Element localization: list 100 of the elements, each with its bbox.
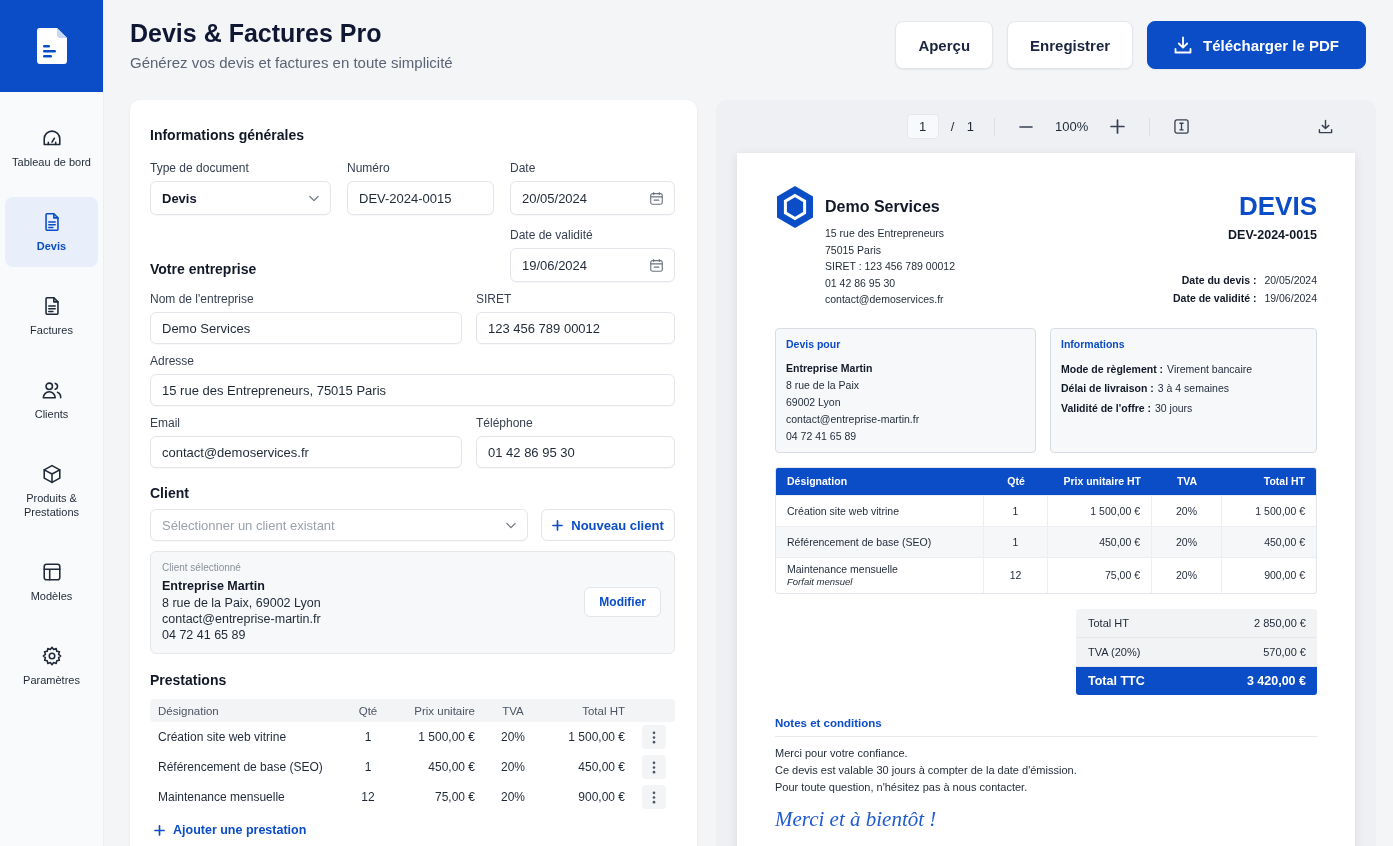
layout-icon — [40, 561, 63, 583]
nav-item[interactable]: Produits & Prestations — [5, 449, 98, 533]
table-cell: 1 — [984, 495, 1048, 526]
fit-page-icon — [1174, 119, 1190, 134]
add-service-button[interactable]: Ajouter une prestation — [150, 822, 307, 838]
field-label: Nom de l'entreprise — [150, 292, 255, 306]
notes-line: Ce devis est valable 30 jours à compter de la date d'émission. — [775, 762, 1078, 778]
date-label: Date du devis : — [1180, 273, 1257, 288]
column-header: Qté — [1006, 475, 1026, 487]
more-icon — [652, 730, 656, 744]
info-value: 3 à 4 semaines — [1157, 381, 1229, 396]
nav-item[interactable]: Devis — [5, 197, 98, 267]
date-label: Date de validité : — [1173, 291, 1257, 306]
column-header: Total HT — [1262, 475, 1306, 487]
table-cell-text: Maintenance mensuelle — [157, 790, 286, 804]
column-header: Total HT — [581, 704, 626, 717]
table-cell-text: Référencement de base (SEO) — [157, 760, 324, 774]
field-label: Téléphone — [476, 416, 534, 430]
item-note: Forfait mensuel — [787, 574, 853, 588]
column-header: Prix unitaire — [413, 704, 476, 717]
client-detail: contact@entreprise-martin.fr — [162, 611, 321, 627]
table-cell-text: Création site web vitrine — [157, 730, 288, 744]
table-cell-text: 75,00 € — [433, 790, 476, 804]
table-cell: Référencement de base (SEO) — [787, 535, 932, 548]
download-icon — [1174, 36, 1193, 54]
app-title: Devis & Factures Pro — [130, 18, 383, 48]
card-title: Devis pour — [786, 336, 842, 351]
select-field[interactable]: Devis — [150, 181, 331, 215]
company-detail: 75015 Paris — [825, 242, 883, 258]
table-cell: Création site web vitrine — [787, 504, 900, 517]
chevron-down-icon — [309, 194, 319, 202]
page-input[interactable]: 1 — [906, 114, 939, 139]
field-label: SIRET — [476, 292, 513, 306]
document-number: DEV-2024-0015 — [1228, 227, 1317, 243]
more-icon — [652, 760, 656, 774]
minus-icon — [1019, 125, 1034, 128]
new-client-button[interactable]: Nouveau client — [541, 509, 675, 541]
client-detail: 8 rue de la Paix — [786, 377, 860, 393]
page-count: / 1 — [950, 119, 975, 134]
notes-line: Merci pour votre confiance. — [775, 745, 909, 761]
nav-item[interactable]: Clients — [5, 365, 98, 435]
hexagon-logo-icon — [775, 185, 815, 229]
section-title: Votre entreprise — [150, 261, 258, 278]
table-cell: 75,00 € — [1048, 557, 1152, 593]
company-detail: SIRET : 123 456 789 00012 — [825, 259, 955, 274]
chevron-down-icon — [506, 521, 516, 529]
text-field[interactable]: DEV-2024-0015 — [347, 181, 494, 215]
primary-action-button[interactable]: Télécharger le PDF — [1147, 21, 1366, 69]
info-value: Virement bancaire — [1167, 361, 1253, 377]
date-value: 19/06/2024 — [1264, 291, 1317, 306]
field-label: Date de validité — [510, 228, 594, 242]
total-label: Total TTC — [1088, 673, 1145, 688]
field-label: Type de document — [150, 161, 250, 175]
text-field[interactable]: 15 rue des Entrepreneurs, 75015 Paris — [150, 374, 675, 406]
row-menu-button[interactable] — [642, 755, 666, 779]
app-subtitle: Générez vos devis et factures en toute simplicité — [130, 53, 453, 73]
edit-button[interactable]: Modifier — [584, 587, 661, 617]
column-header: Prix unitaire HT — [1062, 475, 1142, 487]
date-field[interactable]: 20/05/2024 — [510, 181, 675, 215]
date-field[interactable]: 19/06/2024 — [510, 248, 675, 282]
plus-icon — [1110, 119, 1126, 134]
zoom-level: 100% — [1055, 119, 1089, 134]
action-button[interactable]: Aperçu — [895, 21, 994, 69]
nav-item[interactable]: Tableau de bord — [5, 113, 98, 183]
client-name: Entreprise Martin — [162, 578, 266, 595]
client-detail: 04 72 41 65 89 — [162, 627, 247, 643]
table-cell-text: 20% — [500, 760, 526, 774]
table-cell-text: 1 500,00 € — [417, 730, 476, 744]
action-button[interactable]: Enregistrer — [1007, 21, 1134, 69]
more-icon — [652, 790, 656, 804]
table-cell-text: 1 — [363, 730, 373, 744]
info-label: Délai de livraison : — [1061, 381, 1154, 396]
text-field[interactable]: 123 456 789 00012 — [476, 312, 675, 344]
settings-icon — [40, 645, 63, 667]
calendar-icon — [650, 258, 663, 272]
nav-item[interactable]: Factures — [5, 281, 98, 351]
table-cell: 20% — [1152, 557, 1222, 593]
text-field[interactable]: 01 42 86 95 30 — [476, 436, 675, 468]
column-header: Qté — [357, 704, 379, 717]
table-cell-text: 20% — [500, 730, 526, 744]
info-label: Validité de l'offre : — [1061, 400, 1151, 416]
table-cell-text: 1 500,00 € — [567, 730, 626, 744]
calendar-icon — [650, 191, 663, 205]
table-cell-text: 450,00 € — [577, 760, 626, 774]
text-field[interactable]: Demo Services — [150, 312, 462, 344]
table-cell: 12 — [984, 557, 1048, 593]
nav-item[interactable]: Modèles — [5, 547, 98, 617]
row-menu-button[interactable] — [642, 785, 666, 809]
nav-item[interactable]: Paramètres — [5, 631, 98, 701]
section-title: Client — [150, 485, 190, 502]
card-caption: Client sélectionné — [162, 561, 242, 574]
company-detail: 15 rue des Entrepreneurs — [825, 226, 946, 241]
company-detail: 01 42 86 95 30 — [825, 275, 897, 291]
client-detail: 69002 Lyon — [786, 394, 842, 410]
company-name: Demo Services — [825, 198, 941, 216]
total-value: 2 850,00 € — [1254, 616, 1306, 629]
row-menu-button[interactable] — [642, 725, 666, 749]
text-field[interactable]: contact@demoservices.fr — [150, 436, 462, 468]
section-title: Informations générales — [150, 127, 306, 144]
table-cell-text: 1 500,00 € — [1254, 503, 1306, 519]
